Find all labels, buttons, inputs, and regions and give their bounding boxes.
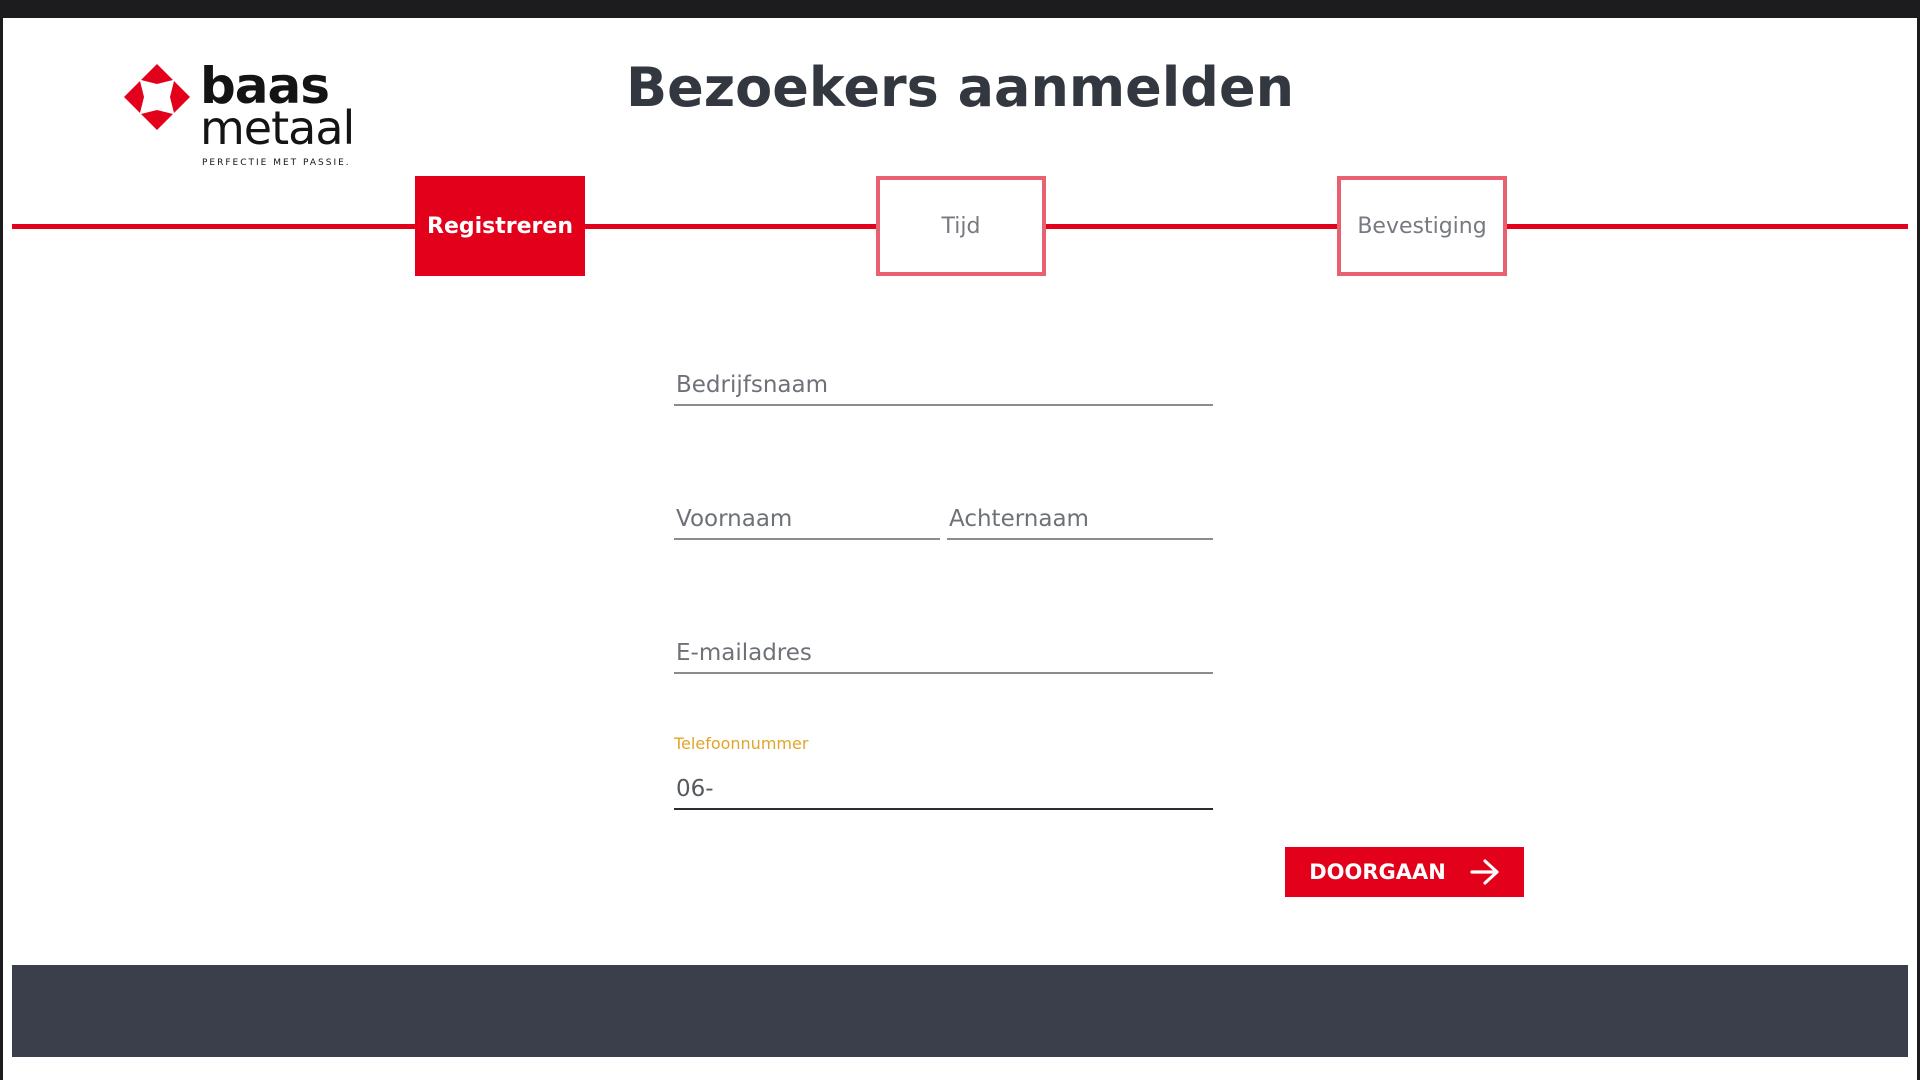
email-input[interactable]: [674, 640, 1213, 666]
footer-bar: [12, 965, 1908, 1057]
first-name-field: [674, 488, 940, 540]
phone-label: Telefoonnummer: [674, 734, 809, 753]
email-field: [674, 622, 1213, 674]
company-field: [674, 354, 1213, 406]
page-title: Bezoekers aanmelden: [625, 56, 1295, 119]
first-name-input[interactable]: [674, 506, 940, 532]
last-name-input[interactable]: [947, 506, 1213, 532]
window-frame-top: [0, 0, 1920, 18]
phone-field: Telefoonnummer: [674, 734, 1213, 810]
phone-input[interactable]: [674, 776, 1213, 802]
logo-tagline: PERFECTIE MET PASSIE.: [202, 158, 351, 168]
last-name-field: [947, 488, 1213, 540]
arrow-right-icon: [1470, 859, 1499, 885]
step-registreren[interactable]: Registreren: [415, 176, 585, 276]
continue-label: DOORGAAN: [1309, 860, 1446, 884]
company-input[interactable]: [674, 372, 1213, 398]
continue-button[interactable]: DOORGAAN: [1285, 847, 1524, 897]
step-bevestiging[interactable]: Bevestiging: [1337, 176, 1507, 276]
step-tijd[interactable]: Tijd: [876, 176, 1046, 276]
